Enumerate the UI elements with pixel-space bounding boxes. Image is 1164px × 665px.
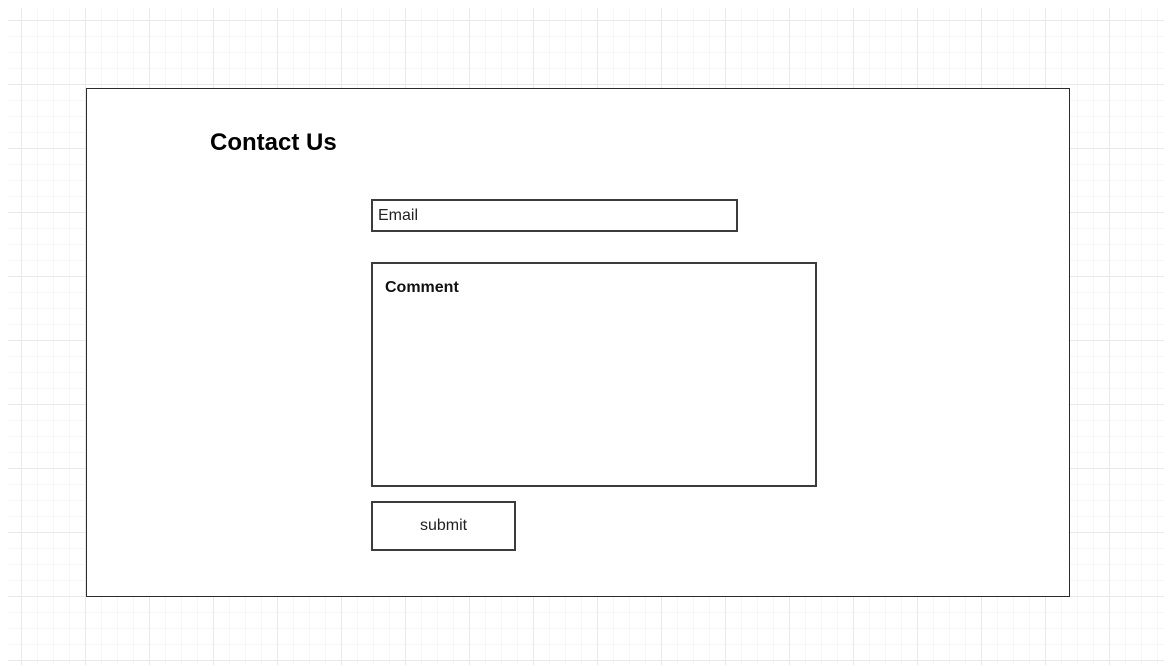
page-title: Contact Us bbox=[210, 129, 337, 156]
email-field[interactable] bbox=[371, 199, 738, 232]
submit-button[interactable]: submit bbox=[371, 501, 516, 551]
comment-textarea[interactable]: Comment bbox=[371, 262, 817, 487]
comment-label: Comment bbox=[385, 279, 459, 296]
